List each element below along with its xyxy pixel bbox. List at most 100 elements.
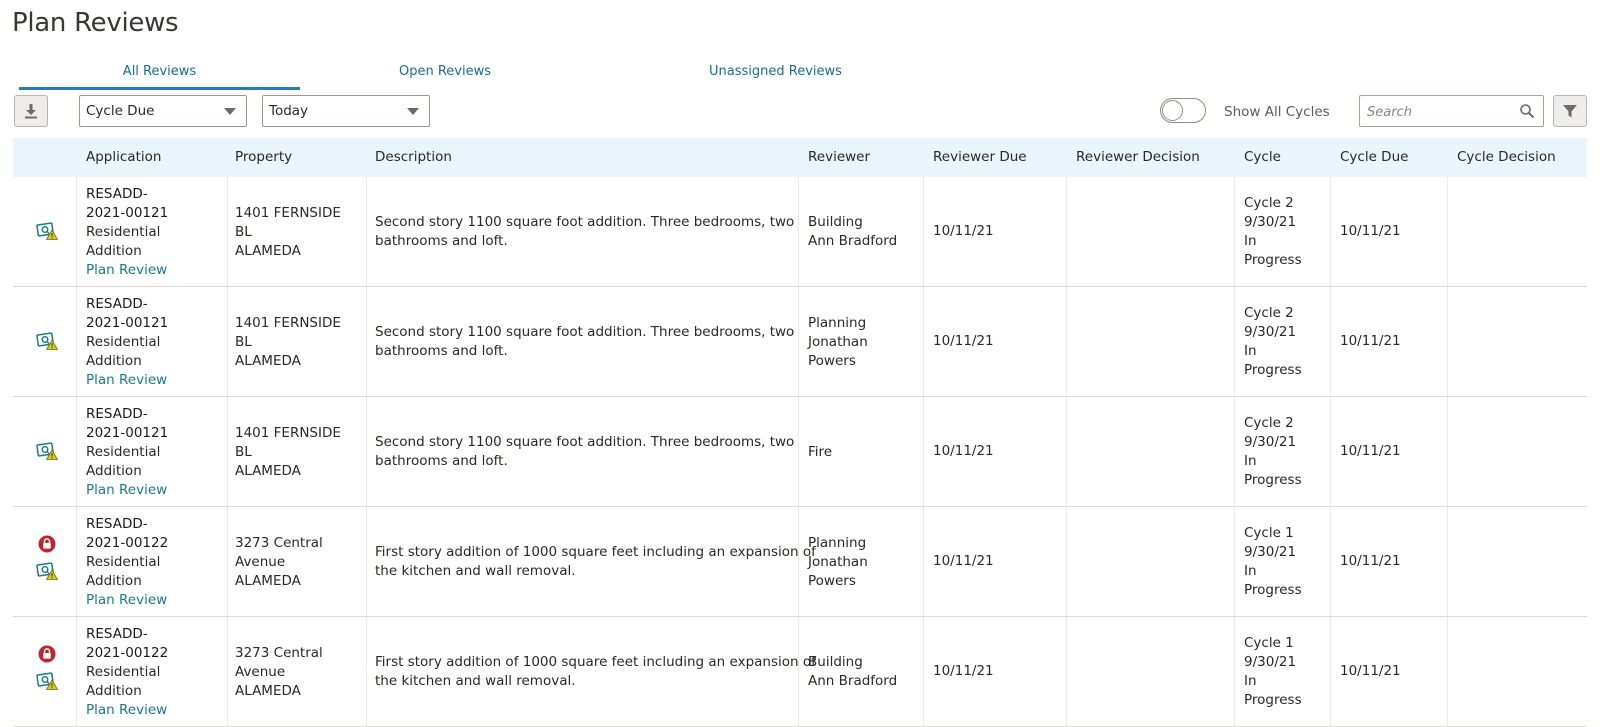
row-status-icons (36, 397, 58, 461)
search-input[interactable] (1365, 102, 1510, 122)
application-type-line-1: Residential (86, 554, 161, 570)
application-type-line-1: Residential (86, 664, 161, 680)
table-row[interactable]: RESADD- 2021-00122 Residential Addition … (13, 617, 1587, 727)
description-line-1: First story addition of 1000 square feet… (375, 544, 816, 560)
property-cell: 3273 Central Avenue ALAMEDA (235, 644, 323, 701)
reviewer-line-1: Planning (808, 534, 867, 551)
column-header-reviewer-due[interactable]: Reviewer Due (933, 148, 1027, 167)
application-id-line-1: RESADD- (86, 186, 148, 202)
property-line-1: 1401 FERNSIDE (235, 205, 341, 221)
reviewer-due-cell: 10/11/21 (933, 553, 994, 569)
reviewer-cell: Planning Jonathan Powers (808, 534, 868, 591)
date-range-select[interactable]: Today (262, 95, 430, 127)
plan-review-link[interactable]: Plan Review (86, 701, 168, 720)
plan-review-link[interactable]: Plan Review (86, 371, 168, 390)
application-id-line-2: 2021-00121 (86, 315, 169, 331)
description-line-2: the kitchen and wall removal. (375, 563, 576, 579)
date-field-select[interactable]: Cycle Due (79, 95, 247, 127)
cycle-line-4: Progress (1244, 472, 1302, 488)
table-row[interactable]: RESADD- 2021-00122 Residential Addition … (13, 507, 1587, 617)
search-icon[interactable] (1519, 103, 1535, 119)
tab-unassigned-reviews[interactable]: Unassigned Reviews (709, 62, 849, 90)
application-type-line-1: Residential (86, 224, 161, 240)
cycle-cell: Cycle 1 9/30/21 In Progress (1244, 634, 1302, 710)
application-cell: RESADD- 2021-00122 Residential Addition … (86, 515, 168, 610)
search-box (1359, 95, 1544, 127)
reviewer-cell: Planning Jonathan Powers (808, 314, 868, 371)
row-status-icons (36, 177, 58, 241)
plan-review-warning-icon (36, 562, 58, 580)
cycle-line-1: Cycle 1 (1244, 635, 1294, 651)
row-status-icons (36, 617, 58, 691)
column-header-reviewer[interactable]: Reviewer (808, 148, 870, 167)
application-cell: RESADD- 2021-00121 Residential Addition … (86, 185, 168, 280)
description-line-2: bathrooms and loft. (375, 343, 508, 359)
table-row[interactable]: RESADD- 2021-00121 Residential Addition … (13, 397, 1587, 507)
tab-all-reviews[interactable]: All Reviews (19, 62, 300, 90)
reviewer-line-3: Powers (808, 352, 856, 369)
cycle-line-2: 9/30/21 (1244, 544, 1297, 560)
tab-open-reviews[interactable]: Open Reviews (399, 62, 499, 90)
description-line-1: Second story 1100 square foot addition. … (375, 214, 795, 230)
application-id-line-1: RESADD- (86, 406, 148, 422)
cycle-line-2: 9/30/21 (1244, 654, 1297, 670)
cycle-line-4: Progress (1244, 582, 1302, 598)
table-row[interactable]: RESADD- 2021-00121 Residential Addition … (13, 287, 1587, 397)
property-line-3: ALAMEDA (235, 243, 301, 259)
reviewer-line-2: Jonathan (808, 553, 868, 570)
application-cell: RESADD- 2021-00121 Residential Addition … (86, 405, 168, 500)
reviewer-due-cell: 10/11/21 (933, 333, 994, 349)
plan-review-link[interactable]: Plan Review (86, 591, 168, 610)
column-header-cycle-decision[interactable]: Cycle Decision (1457, 148, 1556, 167)
application-id-line-2: 2021-00121 (86, 205, 169, 221)
cycle-due-cell: 10/11/21 (1340, 333, 1401, 349)
plan-review-link[interactable]: Plan Review (86, 481, 168, 500)
chevron-down-icon (224, 108, 236, 115)
column-header-description[interactable]: Description (375, 148, 452, 167)
cycle-line-4: Progress (1244, 692, 1302, 708)
description-line-2: bathrooms and loft. (375, 453, 508, 469)
reviewer-line-3: Powers (808, 572, 856, 589)
application-type-line-2: Addition (86, 353, 142, 369)
column-header-cycle-due[interactable]: Cycle Due (1340, 148, 1408, 167)
description-cell: First story addition of 1000 square feet… (375, 543, 816, 581)
cycle-line-1: Cycle 2 (1244, 195, 1294, 211)
cycle-line-1: Cycle 2 (1244, 415, 1294, 431)
column-header-application[interactable]: Application (86, 148, 161, 167)
application-id-line-2: 2021-00121 (86, 425, 169, 441)
column-header-reviewer-decision[interactable]: Reviewer Decision (1076, 148, 1200, 167)
column-header-property[interactable]: Property (235, 148, 292, 167)
lock-icon (38, 535, 56, 553)
application-id-line-1: RESADD- (86, 626, 148, 642)
property-line-3: ALAMEDA (235, 353, 301, 369)
cycle-cell: Cycle 2 9/30/21 In Progress (1244, 304, 1302, 380)
property-line-2: Avenue (235, 664, 286, 680)
cycle-due-cell: 10/11/21 (1340, 663, 1401, 679)
property-cell: 1401 FERNSIDE BL ALAMEDA (235, 424, 341, 481)
plan-review-warning-icon (36, 332, 58, 350)
property-line-2: BL (235, 444, 252, 460)
application-cell: RESADD- 2021-00122 Residential Addition … (86, 625, 168, 720)
reviewer-line-2: Ann Bradford (808, 673, 898, 689)
property-cell: 1401 FERNSIDE BL ALAMEDA (235, 204, 341, 261)
date-range-value: Today (269, 103, 309, 119)
cycle-line-3: In (1244, 673, 1257, 689)
reviewer-line-1: Building (808, 214, 863, 230)
page-title: Plan Reviews (12, 8, 179, 38)
download-button[interactable] (14, 95, 48, 127)
description-cell: Second story 1100 square foot addition. … (375, 213, 794, 251)
reviewer-line-1: Planning (808, 314, 867, 331)
reviewer-due-cell: 10/11/21 (933, 663, 994, 679)
column-header-cycle[interactable]: Cycle (1244, 148, 1281, 167)
filter-button[interactable] (1553, 95, 1587, 127)
description-cell: First story addition of 1000 square feet… (375, 653, 816, 691)
download-icon (25, 104, 37, 119)
show-all-cycles-toggle[interactable] (1160, 98, 1206, 123)
toggle-knob (1162, 100, 1183, 121)
date-field-value: Cycle Due (86, 103, 155, 119)
reviewer-due-cell: 10/11/21 (933, 443, 994, 459)
table-row[interactable]: RESADD- 2021-00121 Residential Addition … (13, 177, 1587, 287)
plan-review-link[interactable]: Plan Review (86, 261, 168, 280)
cycle-line-4: Progress (1244, 252, 1302, 268)
property-line-1: 1401 FERNSIDE (235, 315, 341, 331)
